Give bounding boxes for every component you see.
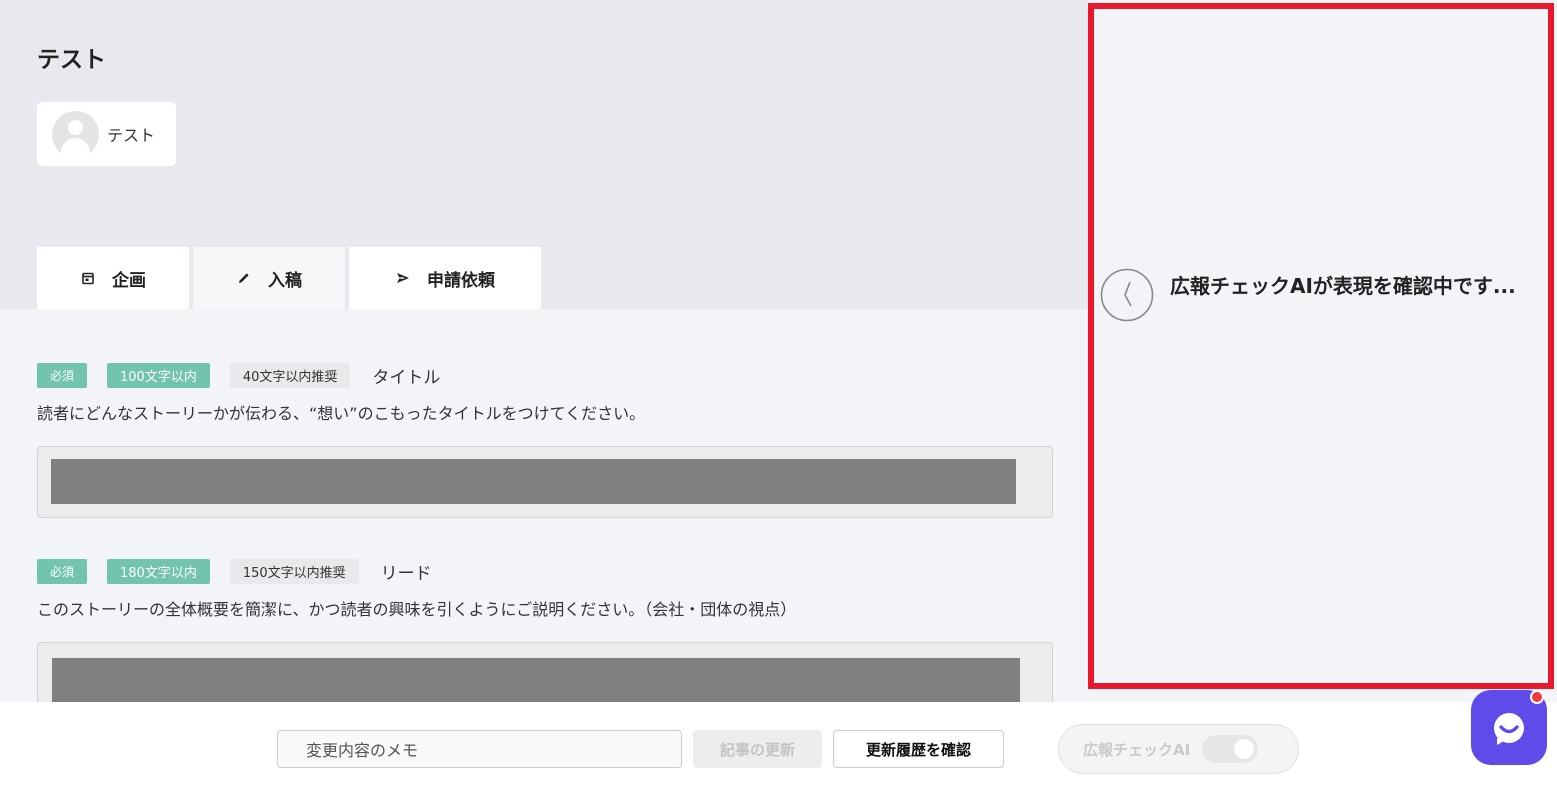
send-icon	[397, 273, 409, 283]
field-help: このストーリーの全体概要を簡潔に、かつ読者の興味を引くようにご説明ください。（会…	[37, 600, 797, 619]
ai-check-toggle[interactable]: 広報チェックAI	[1058, 724, 1299, 774]
field-label: タイトル	[372, 367, 441, 388]
tab-request[interactable]: 申請依頼	[349, 247, 541, 309]
field-label: リード	[380, 563, 432, 584]
change-memo-input[interactable]: 変更内容のメモ	[277, 730, 682, 768]
required-badge: 必須	[37, 558, 88, 584]
recommended-length-badge: 40文字以内推奨	[229, 362, 351, 388]
ai-status: 広報チェックAIが表現を確認中です...	[1100, 268, 1520, 322]
title-input[interactable]	[37, 446, 1053, 518]
redacted-content	[51, 459, 1016, 504]
view-history-button[interactable]: 更新履歴を確認	[833, 730, 1004, 768]
tab-label: 企画	[112, 270, 146, 291]
calendar-icon	[82, 272, 94, 285]
field-badges: 必須 180文字以内 150文字以内推奨 リード	[37, 558, 1053, 584]
ai-check-panel: 広報チェックAIが表現を確認中です...	[1088, 3, 1554, 689]
tab-submit[interactable]: 入稿	[193, 247, 345, 309]
author-name: テスト	[107, 126, 156, 145]
tab-label: 申請依頼	[427, 270, 495, 291]
recommended-length-badge: 150文字以内推奨	[229, 558, 359, 584]
page-title: テスト	[37, 47, 106, 73]
toggle-switch[interactable]	[1202, 735, 1259, 763]
max-length-badge: 100文字以内	[107, 362, 210, 388]
tab-bar: 企画 入稿 申請依頼	[37, 247, 541, 309]
pencil-icon	[239, 273, 249, 283]
field-help: 読者にどんなストーリーかが伝わる、“想い”のこもったタイトルをつけてください。	[37, 404, 646, 423]
ai-toggle-label: 広報チェックAI	[1083, 740, 1191, 759]
clock-icon	[1100, 268, 1154, 322]
chat-icon	[1494, 712, 1524, 745]
chat-button[interactable]	[1471, 690, 1547, 765]
field-badges: 必須 100文字以内 40文字以内推奨 タイトル	[37, 362, 1053, 388]
author-chip[interactable]: テスト	[37, 102, 176, 166]
user-avatar-icon	[52, 110, 99, 158]
max-length-badge: 180文字以内	[107, 558, 210, 584]
tab-plan[interactable]: 企画	[37, 247, 189, 309]
title-field: 必須 100文字以内 40文字以内推奨 タイトル 読者にどんなストーリーかが伝わ…	[37, 362, 1053, 518]
update-article-button[interactable]: 記事の更新	[693, 730, 822, 768]
editor-area: テスト テスト 企画 入稿 申請依頼 必須 100文字以内 40文字以内推奨 タ…	[0, 0, 1088, 796]
bottom-action-bar: 変更内容のメモ 記事の更新 更新履歴を確認 広報チェックAI	[0, 702, 1557, 796]
required-badge: 必須	[37, 362, 88, 388]
ai-status-text: 広報チェックAIが表現を確認中です...	[1170, 274, 1516, 298]
lead-field: 必須 180文字以内 150文字以内推奨 リード このストーリーの全体概要を簡潔…	[37, 558, 1053, 722]
tab-label: 入稿	[268, 270, 302, 291]
notification-dot	[1530, 690, 1544, 704]
